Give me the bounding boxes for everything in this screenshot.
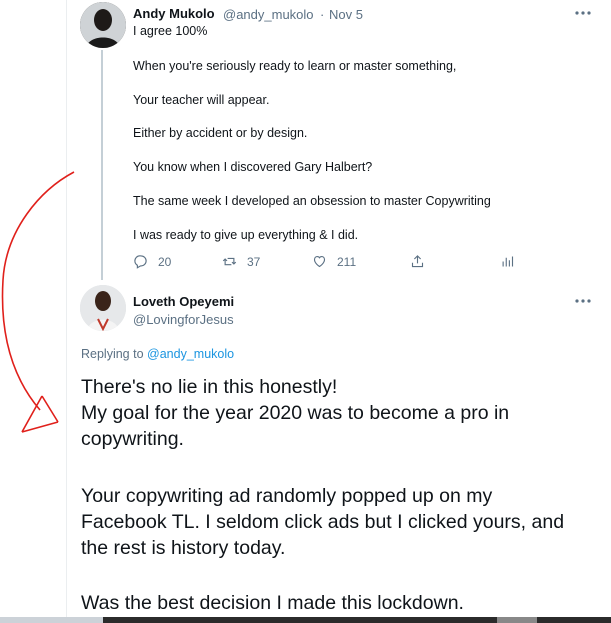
bottom-scroll-bar [0, 617, 611, 623]
tweet1-date[interactable]: Nov 5 [329, 7, 363, 22]
retweet-icon [222, 257, 237, 266]
tweet2-line-4: Your copywriting ad randomly popped up o… [81, 485, 493, 507]
tweet1-author-name[interactable]: Andy Mukolo [133, 6, 215, 21]
reply-count: 20 [158, 254, 172, 269]
tweet1-line-1: I agree 100% [133, 24, 208, 38]
tweet2-line-6: the rest is history today. [81, 537, 286, 559]
share-button[interactable] [410, 254, 425, 269]
tweet2-line-3: copywriting. [81, 428, 184, 450]
reply-icon [134, 255, 147, 269]
tweet2-line-2: My goal for the year 2020 was to become … [81, 402, 510, 424]
tweet2-line-5: Facebook TL. I seldom click ads but I cl… [81, 511, 565, 533]
retweet-button[interactable]: 37 [222, 254, 260, 269]
red-annotation-arrow-icon [1, 171, 75, 433]
tweet2-handle[interactable]: @LovingforJesus [133, 312, 234, 327]
tweet1-line-6: The same week I developed an obsession t… [133, 194, 491, 208]
tweet1-more-icon[interactable] [574, 6, 592, 20]
bottom-bar-segment-right [497, 617, 537, 623]
avatar-andy-mukolo[interactable] [80, 2, 126, 48]
tweet2-author-name[interactable]: Loveth Opeyemi [133, 294, 234, 309]
tweet1-line-4: Either by accident or by design. [133, 126, 308, 140]
like-count: 211 [337, 254, 357, 269]
tweet1-handle[interactable]: @andy_mukolo [223, 7, 314, 22]
reply-button[interactable]: 20 [133, 254, 171, 269]
retweet-count: 37 [247, 254, 261, 269]
bottom-bar-segment-left [0, 617, 103, 623]
tweet2-more-icon[interactable] [574, 294, 592, 308]
tweet1-line-7: I was ready to give up everything & I di… [133, 228, 359, 242]
like-button[interactable]: 211 [312, 254, 356, 269]
replying-prefix: Replying to [81, 347, 144, 361]
tweet2-line-1: There's no lie in this honestly! [81, 376, 338, 398]
analytics-icon [502, 256, 514, 267]
tweet1-separator: · [320, 7, 325, 22]
share-icon [411, 255, 424, 268]
thread-connector [101, 50, 103, 280]
heart-icon [313, 255, 326, 268]
replying-to: Replying to @andy_mukolo [81, 347, 234, 361]
tweet2-line-7: Was the best decision I made this lockdo… [81, 592, 464, 614]
avatar-photo [80, 2, 126, 48]
tweet1-line-2: When you're seriously ready to learn or … [133, 59, 457, 73]
replying-mention-link[interactable]: @andy_mukolo [147, 347, 234, 361]
tweet1-line-3: Your teacher will appear. [133, 93, 270, 107]
tweet1-line-5: You know when I discovered Gary Halbert? [133, 160, 373, 174]
analytics-button[interactable] [500, 254, 515, 269]
